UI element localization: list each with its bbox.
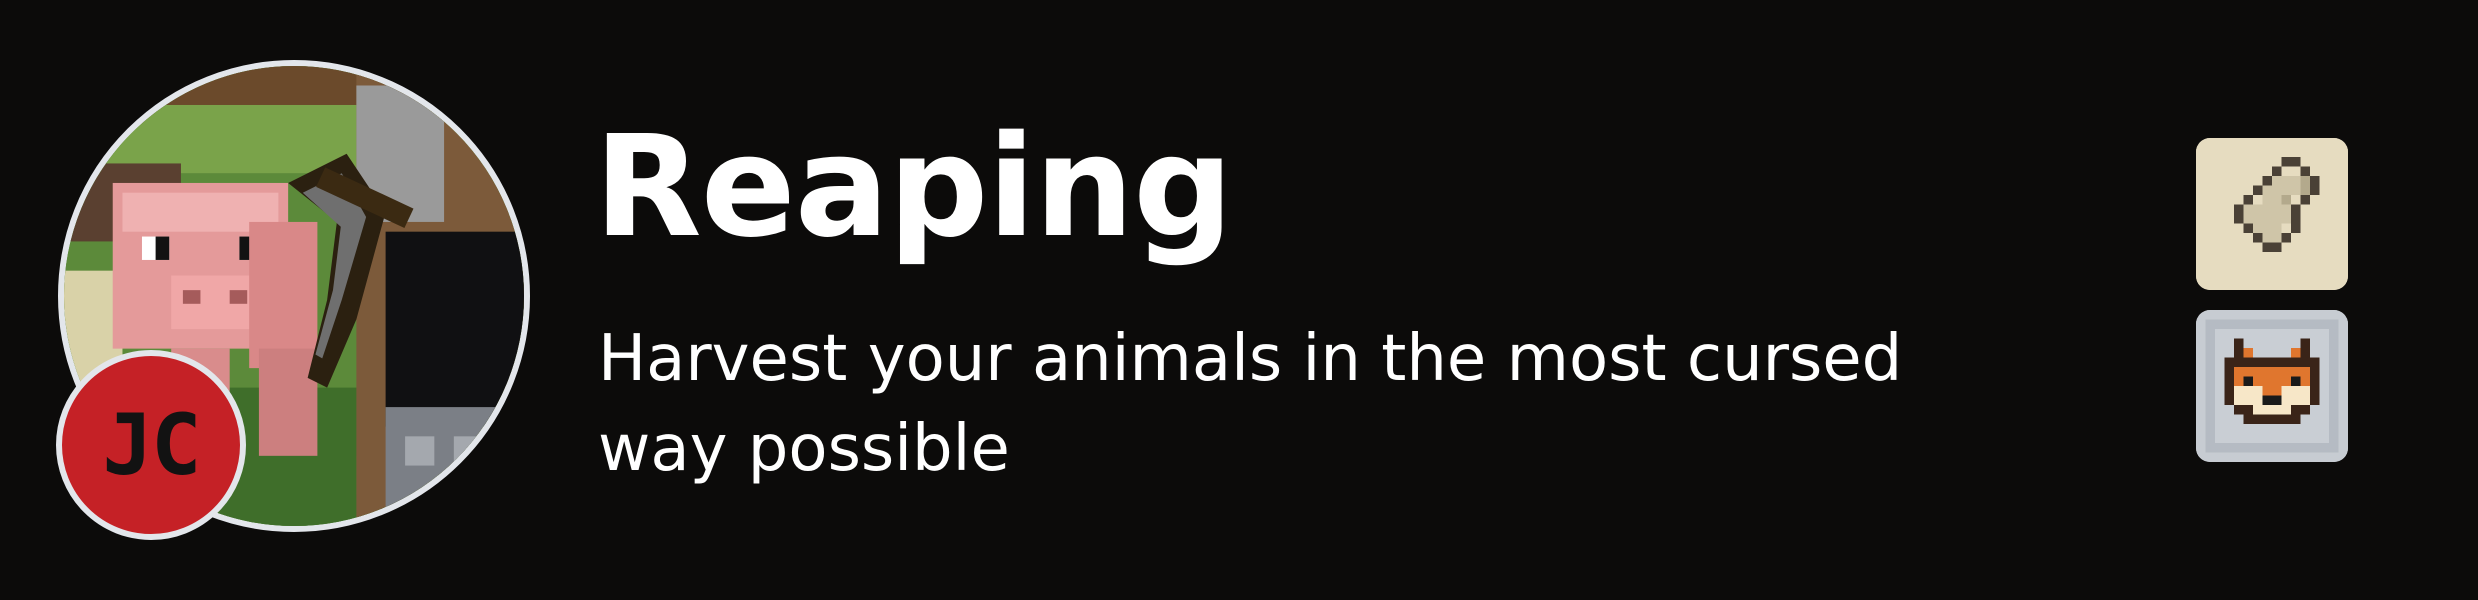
- project-card[interactable]: JC Reaping Harvest your animals in the m…: [0, 0, 2478, 600]
- project-title[interactable]: Reaping: [594, 118, 1233, 258]
- paper-icon: [2196, 138, 2348, 290]
- project-summary: Harvest your animals in the most cursed …: [598, 322, 1903, 486]
- author-initials: JC: [102, 396, 201, 494]
- author-avatar-badge[interactable]: JC: [56, 350, 246, 540]
- fox-icon: [2196, 310, 2348, 462]
- category-fox-icon[interactable]: [2196, 310, 2348, 462]
- category-paper-icon[interactable]: [2196, 138, 2348, 290]
